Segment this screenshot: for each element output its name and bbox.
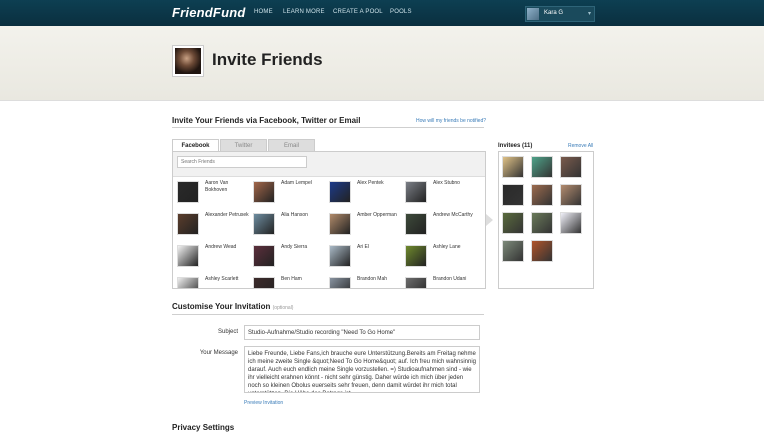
invitee-avatar[interactable] xyxy=(560,212,582,234)
friend-name: Brandon Udani xyxy=(433,276,467,282)
invitees-title: Invitees (11) xyxy=(498,143,533,149)
optional-label: (optional) xyxy=(272,305,294,311)
friend-item[interactable]: Alex Stubno xyxy=(401,178,475,208)
friend-selector: Aaron Van Bokhoven Adam Lempel Alex Pentek… xyxy=(172,151,486,289)
friend-name: Ari El xyxy=(357,244,369,250)
friend-item[interactable]: Aaron Van Bokhoven xyxy=(173,178,247,208)
friend-avatar xyxy=(177,213,199,235)
invitee-avatar[interactable] xyxy=(531,240,553,262)
friend-name: Aaron Van Bokhoven xyxy=(205,180,229,193)
friend-item[interactable]: Brandon Mah xyxy=(325,274,399,288)
divider xyxy=(172,314,484,315)
remove-all-link[interactable]: Remove All xyxy=(568,143,593,149)
divider xyxy=(172,127,484,128)
page-header xyxy=(0,26,764,101)
friend-name: Alex Stubno xyxy=(433,180,460,186)
brand-logo[interactable]: FriendFund xyxy=(172,5,246,20)
invite-section-title: Invite Your Friends via Facebook, Twitte… xyxy=(172,116,361,125)
invitee-avatar[interactable] xyxy=(560,156,582,178)
message-textarea[interactable]: Liebe Freunde, Liebe Fans,ich brauche eu… xyxy=(244,346,480,393)
search-friends-input[interactable] xyxy=(177,156,307,168)
nav-pools[interactable]: POOLS xyxy=(390,9,412,15)
friend-avatar xyxy=(253,213,275,235)
invitee-avatar[interactable] xyxy=(531,156,553,178)
friend-item[interactable]: Adam Lempel xyxy=(249,178,323,208)
friend-item[interactable]: Alexander Petrusek xyxy=(173,210,249,240)
search-bar xyxy=(173,152,485,177)
move-right-arrow-icon xyxy=(486,214,493,226)
friend-name: Ashley Lane xyxy=(433,244,461,250)
friend-avatar xyxy=(177,181,199,203)
invitee-avatar[interactable] xyxy=(531,184,553,206)
friend-name: Andrew McCarthy xyxy=(433,212,473,218)
friend-name: Ben Ham xyxy=(281,276,302,282)
friend-name: Andy Sierra xyxy=(281,244,308,250)
friend-item[interactable]: Andy Sierra xyxy=(249,242,323,272)
friend-name: Alex Pentek xyxy=(357,180,384,186)
friend-avatar xyxy=(253,245,275,267)
invitee-panel xyxy=(498,151,594,289)
friend-avatar xyxy=(253,277,275,288)
subject-label: Subject xyxy=(217,329,238,335)
chevron-down-icon: ▾ xyxy=(587,11,591,17)
friend-name: Adam Lempel xyxy=(281,180,312,186)
invitee-avatar[interactable] xyxy=(502,156,524,178)
friend-avatar xyxy=(405,277,427,288)
invitee-avatar[interactable] xyxy=(502,184,524,206)
invitee-avatar[interactable] xyxy=(502,212,524,234)
friend-item[interactable]: Ari El xyxy=(325,242,399,272)
friend-name: Alia Hanson xyxy=(281,212,308,218)
friend-item[interactable]: Ashley Scarlett xyxy=(173,274,247,288)
invitee-avatar[interactable] xyxy=(560,184,582,206)
friend-item[interactable]: Ashley Lane xyxy=(401,242,475,272)
friend-item[interactable]: Andrew Wead xyxy=(173,242,247,272)
friend-avatar xyxy=(253,181,275,203)
pool-avatar xyxy=(172,45,204,77)
subject-input[interactable]: Studio-Aufnahme/Studio recording "Need T… xyxy=(244,325,480,340)
invitee-avatar[interactable] xyxy=(502,240,524,262)
friend-avatar xyxy=(329,245,351,267)
friend-name: Alexander Petrusek xyxy=(205,212,249,218)
pool-photo xyxy=(175,48,201,74)
notification-help-link[interactable]: How will my friends be notified? xyxy=(416,118,486,124)
preview-invitation-link[interactable]: Preview Invitation xyxy=(244,400,283,406)
invitee-avatar[interactable] xyxy=(531,212,553,234)
nav-create-a-pool[interactable]: CREATE A POOL xyxy=(333,9,383,15)
friend-item[interactable]: Amber Opperman xyxy=(325,210,399,240)
customise-title: Customise Your Invitation (optional) xyxy=(172,302,293,311)
friend-avatar xyxy=(329,277,351,288)
page-title: Invite Friends xyxy=(212,50,323,69)
friend-item[interactable]: Ben Ham xyxy=(249,274,323,288)
friend-name: Brandon Mah xyxy=(357,276,388,282)
user-avatar-icon xyxy=(527,8,539,20)
friend-item[interactable]: Andrew McCarthy xyxy=(401,210,475,240)
nav-learn-more[interactable]: LEARN MORE xyxy=(283,9,325,15)
friend-avatar xyxy=(405,245,427,267)
user-menu[interactable]: Kara G ▾ xyxy=(525,6,595,22)
nav-home[interactable]: HOME xyxy=(254,9,273,15)
friend-avatar xyxy=(177,277,199,288)
friend-name: Andrew Wead xyxy=(205,244,237,250)
friend-name: Amber Opperman xyxy=(357,212,397,218)
top-navigation-bar: FriendFund HOME LEARN MORE CREATE A POOL… xyxy=(0,0,764,26)
message-label: Your Message xyxy=(199,350,238,356)
friend-avatar xyxy=(329,213,351,235)
friend-avatar xyxy=(177,245,199,267)
friend-avatar xyxy=(329,181,351,203)
friend-item[interactable]: Alia Hanson xyxy=(249,210,323,240)
friend-item[interactable]: Brandon Udani xyxy=(401,274,475,288)
friend-avatar xyxy=(405,181,427,203)
privacy-title: Privacy Settings xyxy=(172,423,235,432)
friend-item[interactable]: Alex Pentek xyxy=(325,178,399,208)
user-name: Kara G xyxy=(544,10,564,16)
customise-title-text: Customise Your Invitation xyxy=(172,302,271,311)
friend-avatar xyxy=(405,213,427,235)
friend-name: Ashley Scarlett xyxy=(205,276,239,282)
